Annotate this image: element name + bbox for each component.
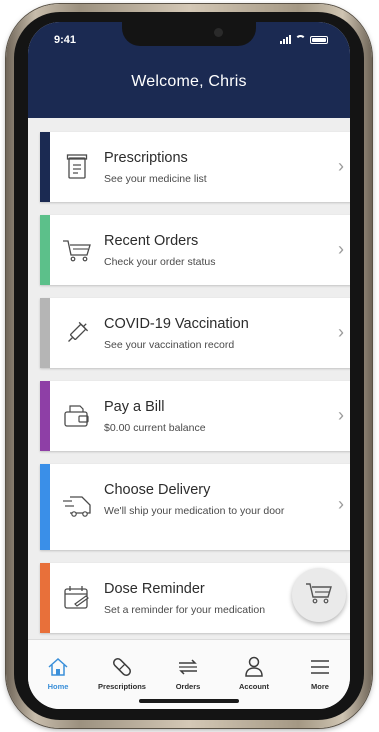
card-prescriptions[interactable]: Prescriptions See your medicine list › xyxy=(40,132,350,202)
card-accent xyxy=(40,563,50,633)
card-title: Recent Orders xyxy=(104,233,199,249)
card-subtitle: Check your order status xyxy=(104,256,216,268)
tab-orders[interactable]: Orders xyxy=(156,654,220,691)
signal-icon xyxy=(280,35,291,44)
card-accent xyxy=(40,381,50,451)
card-accent xyxy=(40,298,50,368)
cart-icon xyxy=(305,581,333,610)
bill-payment-icon xyxy=(62,401,92,431)
person-icon xyxy=(222,654,286,680)
card-title: Prescriptions xyxy=(104,150,188,166)
card-pay-bill[interactable]: Pay a Bill $0.00 current balance › xyxy=(40,381,350,451)
home-indicator xyxy=(139,699,239,703)
card-subtitle: Set a reminder for your medication xyxy=(104,604,266,616)
camera-icon xyxy=(214,28,223,37)
card-title: Choose Delivery xyxy=(104,482,211,498)
app-header: 9:41 Welcome, Chris xyxy=(28,22,350,118)
card-covid-vaccination[interactable]: COVID-19 Vaccination See your vaccinatio… xyxy=(40,298,350,368)
chevron-right-icon: › xyxy=(338,239,344,259)
calendar-reminder-icon xyxy=(62,583,92,613)
card-title: Pay a Bill xyxy=(104,399,165,415)
chevron-right-icon: › xyxy=(338,322,344,342)
delivery-truck-icon xyxy=(62,492,92,522)
battery-icon xyxy=(310,36,328,44)
card-accent xyxy=(40,215,50,285)
app-screen: 9:41 Welcome, Chris Prescriptions See yo… xyxy=(28,22,350,709)
tab-more[interactable]: More xyxy=(288,654,350,691)
cart-icon xyxy=(62,235,92,265)
tab-label: Home xyxy=(47,682,69,691)
status-time: 9:41 xyxy=(54,34,77,46)
menu-icon xyxy=(288,654,350,680)
phone-notch xyxy=(122,22,256,46)
card-title: COVID-19 Vaccination xyxy=(104,316,249,332)
syringe-icon xyxy=(62,318,92,348)
cart-fab-button[interactable] xyxy=(292,568,346,622)
card-accent xyxy=(40,132,50,202)
card-subtitle: $0.00 current balance xyxy=(104,422,206,434)
card-subtitle: See your medicine list xyxy=(104,173,207,185)
card-subtitle: See your vaccination record xyxy=(104,339,235,351)
tab-label: Prescriptions xyxy=(98,682,146,691)
page-title: Welcome, Chris xyxy=(131,73,247,90)
card-title: Dose Reminder xyxy=(104,581,205,597)
status-icons xyxy=(280,35,328,44)
pill-icon xyxy=(90,654,154,680)
card-subtitle: We'll ship your medication to your door xyxy=(104,505,285,517)
tab-account[interactable]: Account xyxy=(222,654,286,691)
tab-label: Orders xyxy=(175,682,201,691)
card-recent-orders[interactable]: Recent Orders Check your order status › xyxy=(40,215,350,285)
tab-label: Account xyxy=(239,682,269,691)
chevron-right-icon: › xyxy=(338,494,344,514)
tab-home[interactable]: Home xyxy=(28,654,90,691)
chevron-right-icon: › xyxy=(338,405,344,425)
chevron-right-icon: › xyxy=(338,156,344,176)
prescription-list-icon xyxy=(62,152,92,182)
card-accent xyxy=(40,464,50,550)
wifi-icon xyxy=(295,35,306,44)
tab-prescriptions[interactable]: Prescriptions xyxy=(90,654,154,691)
card-choose-delivery[interactable]: Choose Delivery We'll ship your medicati… xyxy=(40,464,350,550)
orders-icon xyxy=(156,654,220,680)
tab-label: More xyxy=(311,682,329,691)
home-icon xyxy=(28,654,90,680)
